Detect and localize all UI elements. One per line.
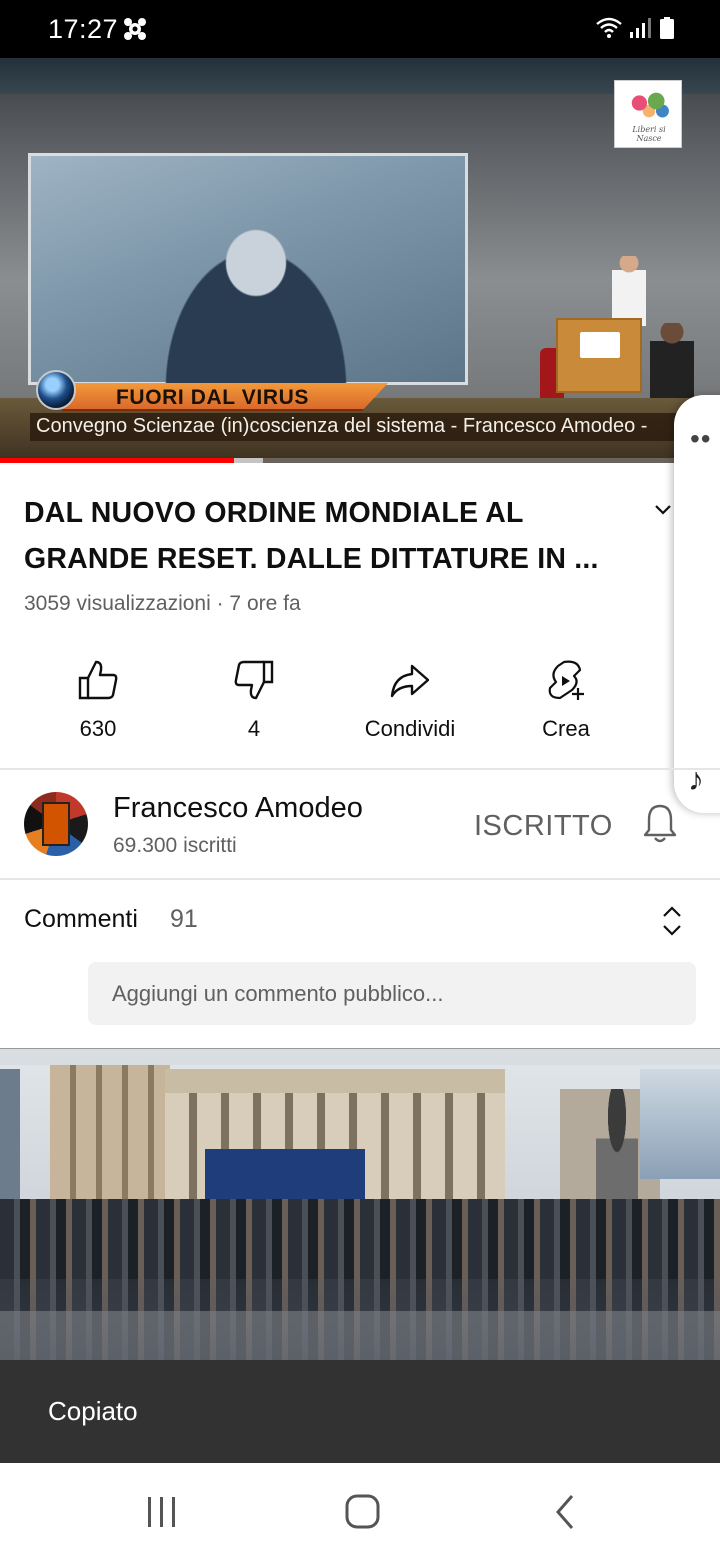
toast: Copiato (0, 1360, 720, 1463)
banner-subtitle: Convegno Scienzae (in)coscienza del sist… (36, 415, 648, 437)
tree-logo-icon (625, 87, 673, 127)
battery-icon (660, 17, 674, 39)
billboard (640, 1069, 720, 1179)
building-roofline (165, 1069, 505, 1093)
channel-avatar[interactable] (24, 792, 88, 856)
create-label: Crea (542, 716, 590, 741)
thumbs-up-icon (78, 660, 118, 700)
divider (0, 768, 720, 770)
expand-collapse-icon[interactable] (660, 904, 684, 938)
more-dots-icon[interactable]: •• (690, 423, 712, 455)
screen-person (141, 214, 371, 389)
projection-screen (28, 153, 468, 389)
video-meta: 3059 visualizzazioni · 7 ore fa (24, 592, 301, 615)
banner-title: FUORI DAL VIRUS (116, 386, 309, 409)
avatar-art (42, 802, 70, 846)
action-row: 630 4 Condividi Crea (0, 652, 650, 752)
thumbs-down-icon (234, 660, 274, 700)
create-icon (548, 660, 584, 700)
statue (596, 1089, 638, 1199)
channel-watermark: Liberi si Nasce (614, 80, 682, 148)
back-button[interactable] (534, 1489, 594, 1535)
progress-fill (0, 458, 234, 463)
watermark-text: Liberi si Nasce (632, 125, 666, 143)
seated-figure (650, 323, 694, 398)
podium (556, 318, 642, 393)
brain-icon (124, 18, 146, 40)
home-icon (345, 1494, 380, 1529)
dislike-button[interactable]: 4 (176, 652, 332, 752)
progress-bar[interactable] (0, 458, 720, 463)
home-button[interactable] (332, 1489, 392, 1535)
create-button[interactable]: Crea (488, 652, 644, 752)
wifi-icon (596, 17, 622, 38)
like-button[interactable]: 630 (20, 652, 176, 752)
divider (0, 878, 720, 880)
comment-input[interactable] (88, 962, 696, 1025)
podium-logo (580, 332, 620, 358)
speaker-figure (612, 256, 646, 326)
crowd-front (0, 1279, 720, 1360)
share-label: Condividi (364, 716, 456, 741)
status-bar: 17:27 (0, 0, 720, 58)
subscriber-count: 69.300 iscritti (113, 834, 237, 857)
video-player[interactable]: Liberi si Nasce FUORI DAL VIRUS Convegno… (0, 58, 720, 463)
toast-text: Copiato (48, 1396, 138, 1426)
next-video-thumbnail[interactable] (0, 1048, 720, 1360)
music-note-icon[interactable]: ♪ (688, 761, 704, 798)
floating-side-panel[interactable]: •• ♪ (674, 395, 720, 813)
back-icon (556, 1495, 574, 1529)
comments-label[interactable]: Commenti (24, 905, 138, 934)
bell-icon (643, 804, 677, 843)
chevron-down-icon[interactable] (652, 498, 674, 520)
tower (0, 1069, 20, 1219)
dislike-count: 4 (247, 716, 261, 741)
share-icon (390, 664, 430, 698)
channel-name[interactable]: Francesco Amodeo (113, 792, 363, 825)
signal-icon (630, 18, 651, 38)
globe-icon (36, 370, 76, 410)
video-title[interactable]: DAL NUOVO ORDINE MONDIALE AL GRANDE RESE… (24, 490, 644, 582)
like-count: 630 (79, 716, 117, 741)
recent-apps-button[interactable] (132, 1489, 192, 1535)
status-time: 17:27 (48, 14, 119, 44)
status-icons (596, 17, 674, 39)
notification-bell-button[interactable] (640, 802, 680, 846)
subscribed-button[interactable]: ISCRITTO (466, 800, 621, 852)
comments-count: 91 (170, 905, 198, 933)
stage-header (0, 58, 720, 94)
system-nav-bar (0, 1463, 720, 1560)
recents-icon (148, 1497, 175, 1527)
share-button[interactable]: Condividi (332, 652, 488, 752)
